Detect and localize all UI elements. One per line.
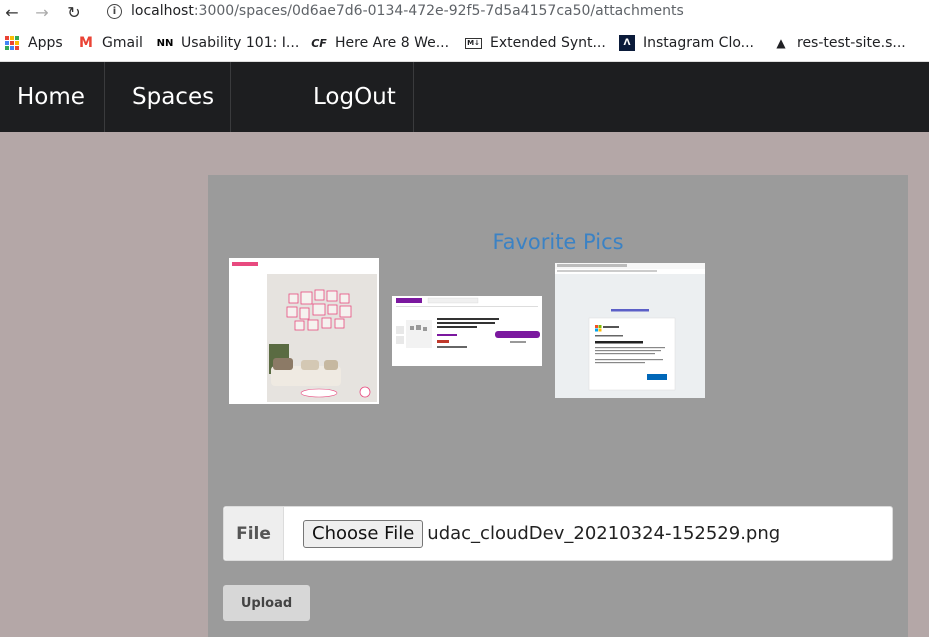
file-input[interactable]: Choose File udac_cloudDev_20210324-15252… xyxy=(284,507,892,560)
space-title: Favorite Pics xyxy=(492,230,624,254)
url-path: :3000/spaces/0d6ae7d6-0134-472e-92f5-7d5… xyxy=(193,3,684,19)
markdown-icon: M↓ xyxy=(465,37,482,49)
forward-arrow-icon[interactable]: → xyxy=(31,1,53,23)
nn-icon: NN xyxy=(156,37,174,49)
bookmark-label: Gmail xyxy=(102,35,143,51)
nav-logout-link[interactable]: LogOut xyxy=(231,62,414,132)
selected-file-name: udac_cloudDev_20210324-152529.png xyxy=(427,523,781,544)
bookmarks-bar: Apps M Gmail NN Usability 101: I... CF H… xyxy=(0,25,929,62)
nav-spaces-link[interactable]: Spaces xyxy=(105,62,231,132)
attachment-thumbnail-1[interactable] xyxy=(229,258,379,404)
triangle-icon: ▲ xyxy=(776,36,786,50)
nav-home-link[interactable]: Home xyxy=(0,62,105,132)
bookmark-label: Extended Synt... xyxy=(490,35,606,51)
cf-icon: CF xyxy=(311,36,327,50)
wayfair-product-image xyxy=(392,296,542,366)
app-navbar: Home Spaces LogOut xyxy=(0,62,929,132)
bookmark-instagram-clone[interactable]: Λ Instagram Clo... xyxy=(619,35,754,51)
browser-url-bar: ← → ↻ i localhost:3000/spaces/0d6ae7d6-0… xyxy=(0,0,929,25)
reload-icon[interactable]: ↻ xyxy=(63,1,85,23)
attachment-thumbnail-3[interactable] xyxy=(555,263,705,398)
choose-file-button[interactable]: Choose File xyxy=(303,519,424,548)
apps-grid-icon xyxy=(4,35,20,51)
bookmark-gmail[interactable]: M Gmail xyxy=(78,35,143,51)
file-label: File xyxy=(224,507,284,560)
site-info-icon[interactable]: i xyxy=(107,4,122,19)
bookmark-apps[interactable]: Apps xyxy=(4,35,63,51)
bookmark-label: Instagram Clo... xyxy=(643,35,755,51)
bookmark-cf[interactable]: CF Here Are 8 We... xyxy=(311,35,449,51)
wall-gallery-image xyxy=(229,258,379,404)
bookmark-res-test-site[interactable]: ▲ res-test-site.s... xyxy=(773,35,906,51)
gmail-icon: M xyxy=(79,35,93,51)
microsoft-teams-image xyxy=(555,263,705,398)
url-host: localhost xyxy=(131,3,194,19)
bookmark-extended-syntax[interactable]: M↓ Extended Synt... xyxy=(465,35,606,51)
bookmark-usability[interactable]: NN Usability 101: I... xyxy=(156,35,300,51)
url-field[interactable]: localhost:3000/spaces/0d6ae7d6-0134-472e… xyxy=(131,3,684,19)
bookmark-label: res-test-site.s... xyxy=(797,35,906,51)
bookmark-label: Here Are 8 We... xyxy=(335,35,450,51)
bookmark-label: Apps xyxy=(28,35,63,51)
upload-button[interactable]: Upload xyxy=(223,585,310,621)
attachment-thumbnail-2[interactable] xyxy=(392,296,542,366)
instagram-clone-icon: Λ xyxy=(619,35,635,51)
back-arrow-icon[interactable]: ← xyxy=(1,1,23,23)
space-card: Favorite Pics File Choose File udac_clou… xyxy=(208,175,908,637)
bookmark-label: Usability 101: I... xyxy=(181,35,300,51)
file-input-group: File Choose File udac_cloudDev_20210324-… xyxy=(223,506,893,561)
